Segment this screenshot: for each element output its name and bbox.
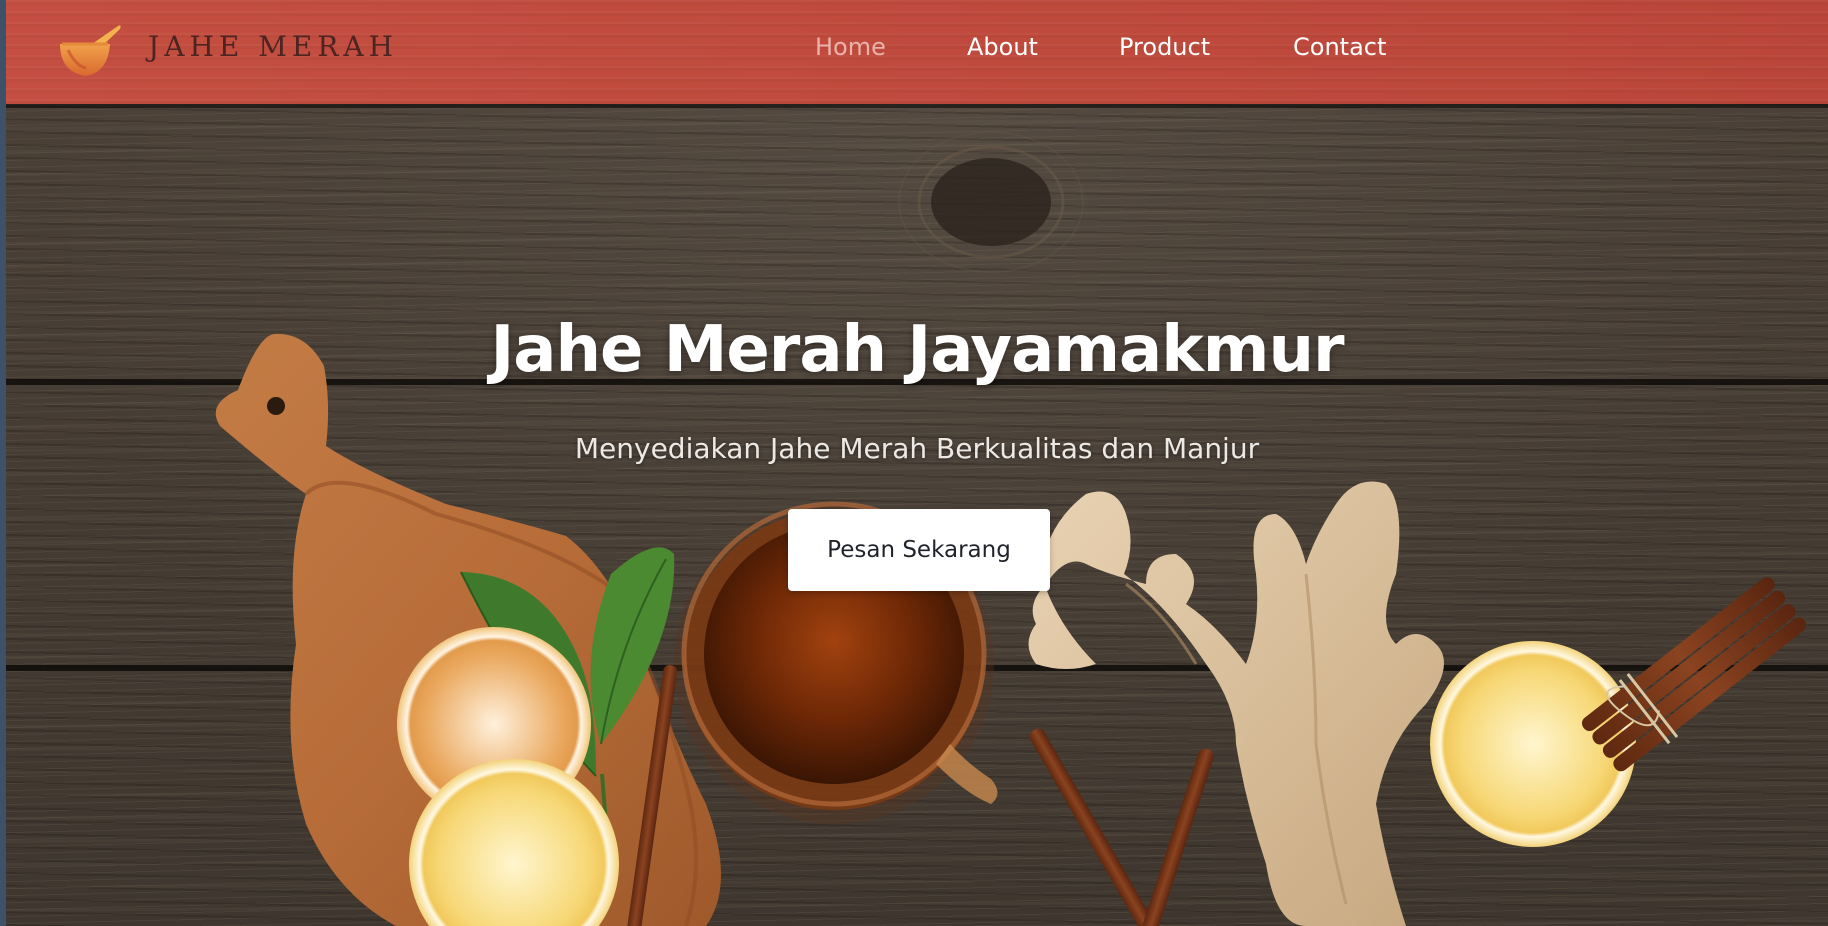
nav-link-home[interactable]: Home <box>815 33 886 61</box>
nav-link-about[interactable]: About <box>967 33 1038 61</box>
browser-viewport: JAHE MERAH Home About Product Contact Ja… <box>6 0 1828 926</box>
hero-title: Jahe Merah Jayamakmur <box>490 312 1344 387</box>
brand-name[interactable]: JAHE MERAH <box>148 30 398 63</box>
nav-link-product[interactable]: Product <box>1119 33 1210 61</box>
ginger-root <box>1028 481 1444 926</box>
hero-subtitle: Menyediakan Jahe Merah Berkualitas dan M… <box>574 432 1260 465</box>
nav-link-contact[interactable]: Contact <box>1293 33 1386 61</box>
hero-section: Jahe Merah Jayamakmur Menyediakan Jahe M… <box>6 104 1828 926</box>
mortar-and-pestle-icon[interactable] <box>56 22 126 78</box>
wood-knot <box>931 158 1051 246</box>
lemon-slice-right <box>1430 641 1636 847</box>
navbar: JAHE MERAH Home About Product Contact <box>6 0 1828 104</box>
cinnamon-sticks <box>1029 728 1214 926</box>
cinnamon-bundle <box>1581 577 1807 772</box>
order-now-button[interactable]: Pesan Sekarang <box>788 509 1050 591</box>
